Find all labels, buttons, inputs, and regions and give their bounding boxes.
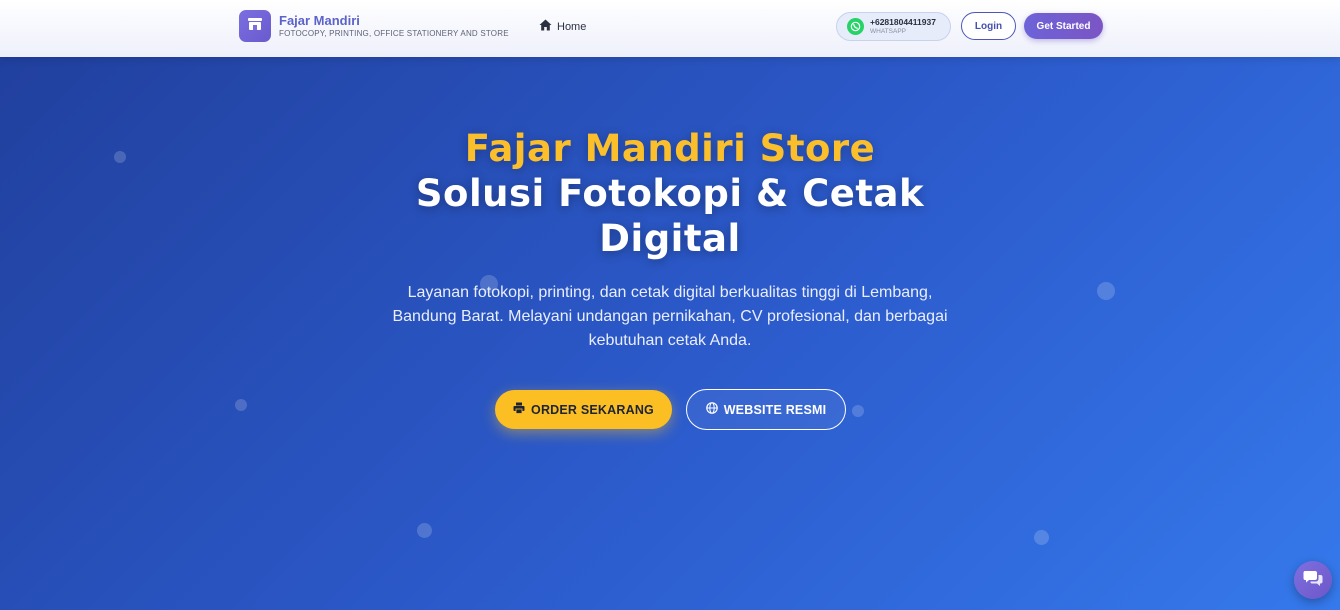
nav-item-label: Home: [557, 20, 587, 33]
whatsapp-contact-button[interactable]: +6281804411937 WHATSAPP: [836, 12, 951, 41]
order-now-label: ORDER SEKARANG: [531, 402, 654, 417]
get-started-button[interactable]: Get Started: [1024, 13, 1103, 39]
printer-icon: [513, 402, 525, 417]
brand-name[interactable]: Fajar Mandiri: [279, 13, 360, 28]
official-website-button[interactable]: WEBSITE RESMI: [686, 389, 846, 430]
whatsapp-icon: [847, 18, 864, 35]
hero-description: Layanan fotokopi, printing, dan cetak di…: [392, 284, 948, 349]
decorative-dot: [1034, 530, 1049, 545]
chat-icon: [1303, 569, 1323, 592]
brand-logo[interactable]: [239, 10, 271, 42]
decorative-dot: [1097, 282, 1115, 300]
brand-tagline: FOTOCOPY, PRINTING, OFFICE STATIONERY AN…: [279, 29, 509, 38]
store-icon: [247, 17, 263, 36]
home-icon: [539, 19, 552, 34]
order-now-button[interactable]: ORDER SEKARANG: [495, 390, 672, 429]
official-website-label: WEBSITE RESMI: [723, 402, 827, 417]
decorative-dot: [417, 523, 432, 538]
globe-icon: [705, 402, 718, 417]
nav-item-home[interactable]: Home: [539, 19, 586, 34]
decorative-dot: [852, 405, 864, 417]
whatsapp-label: WHATSAPP: [870, 27, 906, 35]
hero-subtitle: Solusi Fotokopi & Cetak Digital: [415, 172, 925, 260]
hero-section: Fajar Mandiri Store Solusi Fotokopi & Ce…: [0, 57, 1340, 610]
chat-widget-button[interactable]: [1294, 561, 1332, 599]
hero-title: Fajar Mandiri Store: [464, 127, 876, 170]
decorative-dot: [235, 399, 247, 411]
login-button[interactable]: Login: [961, 12, 1016, 40]
whatsapp-number: +6281804411937: [870, 17, 936, 27]
top-navbar: Fajar Mandiri FOTOCOPY, PRINTING, OFFICE…: [0, 0, 1340, 57]
